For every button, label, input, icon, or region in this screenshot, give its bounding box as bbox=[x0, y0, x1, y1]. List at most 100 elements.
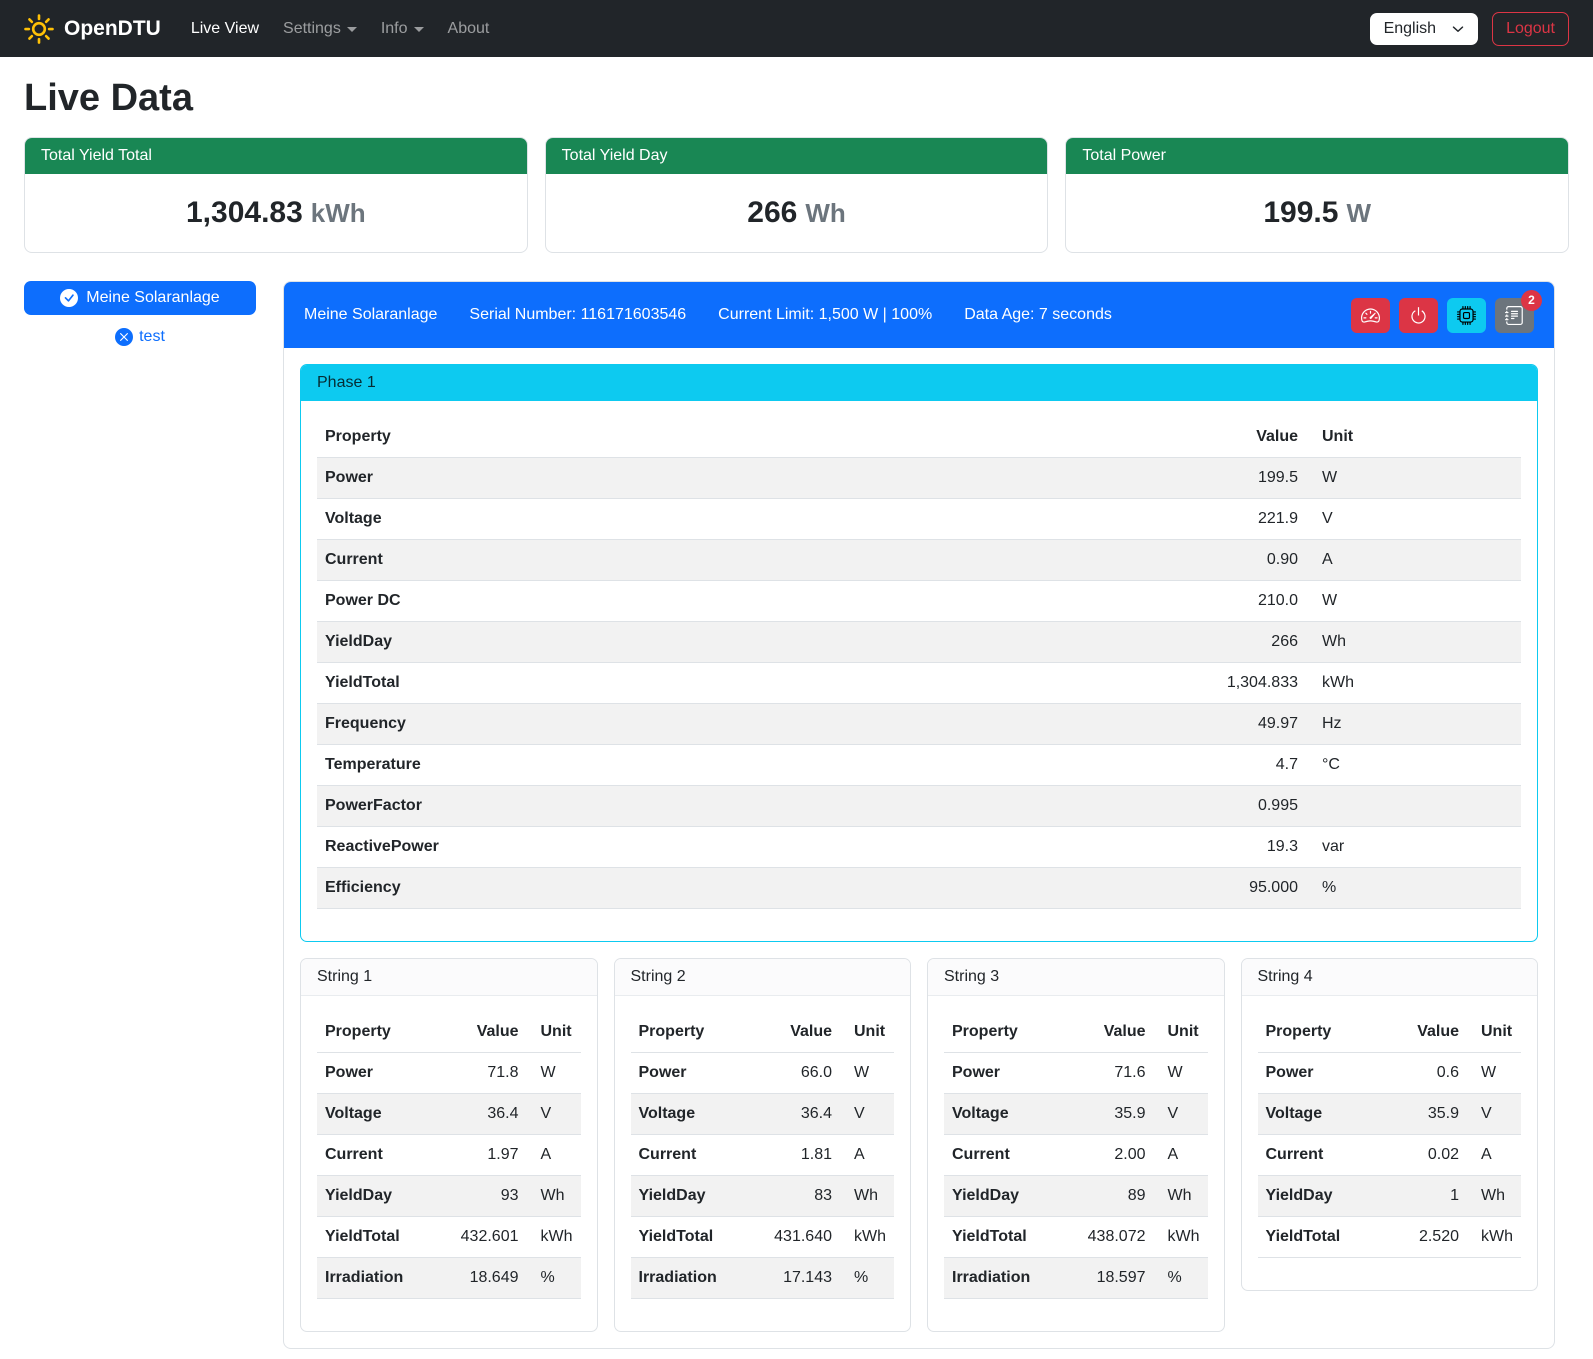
value-cell: 17.143 bbox=[748, 1258, 840, 1299]
unit-cell: W bbox=[1154, 1053, 1208, 1094]
string-title: String 2 bbox=[615, 959, 911, 996]
nav-item-label: Info bbox=[381, 20, 408, 38]
table-row: Efficiency95.000% bbox=[317, 868, 1521, 909]
nav-item-live-view[interactable]: Live View bbox=[179, 12, 271, 46]
table-row: Power199.5W bbox=[317, 458, 1521, 499]
property-cell: Power DC bbox=[317, 581, 909, 622]
property-cell: YieldDay bbox=[317, 1176, 434, 1217]
unit-cell bbox=[1306, 786, 1521, 827]
unit-cell: Hz bbox=[1306, 704, 1521, 745]
unit-cell: A bbox=[1467, 1135, 1521, 1176]
inverter-button-test[interactable]: test bbox=[24, 328, 256, 346]
value-cell: 1.97 bbox=[434, 1135, 526, 1176]
chevron-down-icon bbox=[414, 27, 424, 32]
language-select[interactable]: English bbox=[1370, 13, 1478, 45]
value-cell: 19.3 bbox=[909, 827, 1306, 868]
unit-cell: Wh bbox=[527, 1176, 581, 1217]
unit-cell: kWh bbox=[1154, 1217, 1208, 1258]
column-header: Unit bbox=[1306, 417, 1521, 458]
string-card-3: String 3 PropertyValueUnit Power71.6WVol… bbox=[927, 958, 1225, 1332]
unit-cell: W bbox=[1306, 581, 1521, 622]
property-cell: Power bbox=[1258, 1053, 1386, 1094]
property-cell: YieldDay bbox=[317, 622, 909, 663]
property-cell: Current bbox=[631, 1135, 748, 1176]
unit-cell: V bbox=[840, 1094, 894, 1135]
string-body: PropertyValueUnit Power71.8WVoltage36.4V… bbox=[301, 996, 597, 1331]
stat-value: 199.5 bbox=[1263, 196, 1338, 229]
string-title: String 4 bbox=[1242, 959, 1538, 996]
table-row: YieldTotal1,304.833kWh bbox=[317, 663, 1521, 704]
unit-cell: var bbox=[1306, 827, 1521, 868]
table-header-row: PropertyValueUnit bbox=[1258, 1012, 1522, 1053]
table-row: YieldDay83Wh bbox=[631, 1176, 895, 1217]
cpu-icon bbox=[1457, 306, 1476, 325]
table-row: Current1.97A bbox=[317, 1135, 581, 1176]
table-row: Voltage36.4V bbox=[317, 1094, 581, 1135]
string-table: PropertyValueUnit Power66.0WVoltage36.4V… bbox=[631, 1012, 895, 1299]
value-cell: 35.9 bbox=[1061, 1094, 1153, 1135]
column-header: Unit bbox=[840, 1012, 894, 1053]
unit-cell: A bbox=[1154, 1135, 1208, 1176]
property-cell: PowerFactor bbox=[317, 786, 909, 827]
table-row: Current0.90A bbox=[317, 540, 1521, 581]
unit-cell: W bbox=[1467, 1053, 1521, 1094]
value-cell: 0.02 bbox=[1385, 1135, 1467, 1176]
nav-right: English Logout bbox=[1370, 12, 1569, 46]
unit-cell: °C bbox=[1306, 745, 1521, 786]
value-cell: 0.995 bbox=[909, 786, 1306, 827]
stat-card-body: 266Wh bbox=[546, 174, 1048, 252]
content-row: Meine Solaranlage test Meine Solaranlage… bbox=[24, 281, 1569, 1349]
unit-cell: V bbox=[1154, 1094, 1208, 1135]
event-log-button[interactable]: 2 bbox=[1495, 298, 1534, 333]
table-row: Irradiation17.143% bbox=[631, 1258, 895, 1299]
property-cell: ReactivePower bbox=[317, 827, 909, 868]
table-row: Irradiation18.597% bbox=[944, 1258, 1208, 1299]
property-cell: YieldDay bbox=[1258, 1176, 1386, 1217]
table-row: Power71.6W bbox=[944, 1053, 1208, 1094]
stat-value: 1,304.83 bbox=[186, 196, 303, 229]
table-row: Voltage35.9V bbox=[1258, 1094, 1522, 1135]
string-card-2: String 2 PropertyValueUnit Power66.0WVol… bbox=[614, 958, 912, 1332]
device-info-button[interactable] bbox=[1447, 298, 1486, 333]
phase-card: Phase 1 PropertyValueUnit Power199.5WVol… bbox=[300, 364, 1538, 942]
stat-unit: kWh bbox=[311, 198, 366, 228]
table-row: Voltage221.9V bbox=[317, 499, 1521, 540]
value-cell: 432.601 bbox=[434, 1217, 526, 1258]
property-cell: Frequency bbox=[317, 704, 909, 745]
property-cell: YieldTotal bbox=[631, 1217, 748, 1258]
table-row: YieldDay93Wh bbox=[317, 1176, 581, 1217]
table-row: YieldTotal2.520kWh bbox=[1258, 1217, 1522, 1258]
table-row: Irradiation18.649% bbox=[317, 1258, 581, 1299]
page-content: Live Data Total Yield Total 1,304.83kWh … bbox=[0, 77, 1593, 1349]
nav-item-label: Live View bbox=[191, 20, 259, 38]
brand[interactable]: OpenDTU bbox=[24, 14, 161, 44]
nav-item-info[interactable]: Info bbox=[369, 12, 436, 46]
string-title: String 1 bbox=[301, 959, 597, 996]
unit-cell: V bbox=[527, 1094, 581, 1135]
table-row: Current2.00A bbox=[944, 1135, 1208, 1176]
page-title: Live Data bbox=[24, 77, 1569, 120]
unit-cell: A bbox=[527, 1135, 581, 1176]
phase-body: PropertyValueUnit Power199.5WVoltage221.… bbox=[301, 401, 1537, 941]
inverter-serial: Serial Number: 116171603546 bbox=[469, 306, 686, 324]
value-cell: 221.9 bbox=[909, 499, 1306, 540]
nav-item-label: About bbox=[448, 20, 490, 38]
value-cell: 89 bbox=[1061, 1176, 1153, 1217]
nav-item-about[interactable]: About bbox=[436, 12, 502, 46]
property-cell: Voltage bbox=[944, 1094, 1061, 1135]
value-cell: 1.81 bbox=[748, 1135, 840, 1176]
nav-item-settings[interactable]: Settings bbox=[271, 12, 369, 46]
value-cell: 210.0 bbox=[909, 581, 1306, 622]
property-cell: Voltage bbox=[631, 1094, 748, 1135]
brand-label: OpenDTU bbox=[64, 17, 161, 41]
power-button[interactable] bbox=[1399, 298, 1438, 333]
unit-cell: % bbox=[840, 1258, 894, 1299]
property-cell: Current bbox=[1258, 1135, 1386, 1176]
inverter-button-selected[interactable]: Meine Solaranlage bbox=[24, 281, 256, 315]
stat-card-body: 199.5W bbox=[1066, 174, 1568, 252]
table-header-row: PropertyValueUnit bbox=[631, 1012, 895, 1053]
column-header: Unit bbox=[1467, 1012, 1521, 1053]
limit-settings-button[interactable] bbox=[1351, 298, 1390, 333]
value-cell: 49.97 bbox=[909, 704, 1306, 745]
logout-button[interactable]: Logout bbox=[1492, 12, 1569, 46]
